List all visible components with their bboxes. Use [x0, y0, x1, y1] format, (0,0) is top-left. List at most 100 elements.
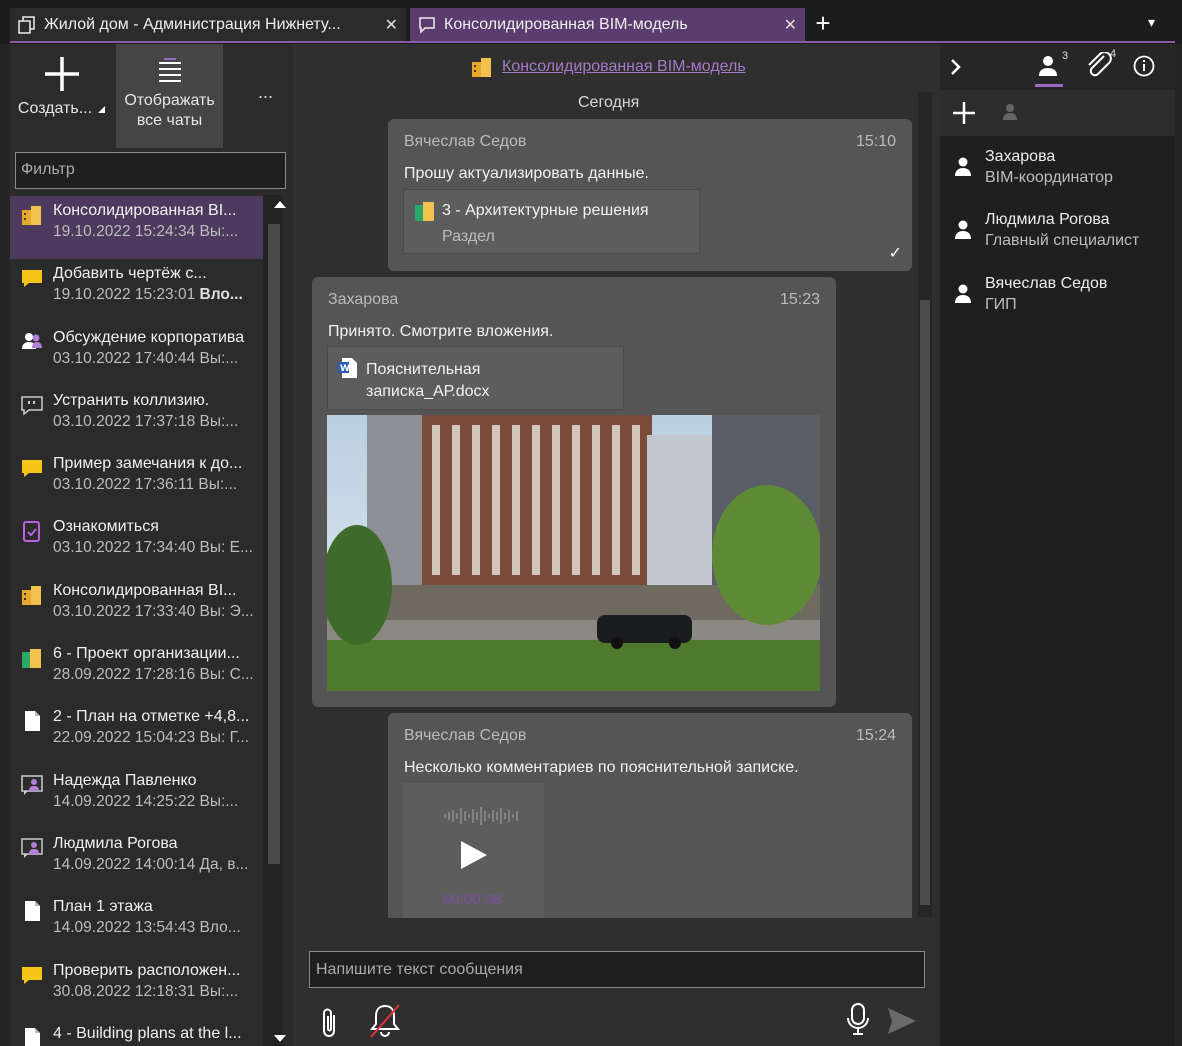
- member-disabled-icon: [1003, 104, 1017, 120]
- building-render-image[interactable]: [327, 415, 820, 691]
- message-author: Вячеслав Седов: [404, 133, 527, 150]
- member-item[interactable]: Людмила Рогова Главный специалист: [985, 211, 1139, 250]
- scroll-down-arrow-icon[interactable]: [274, 1035, 286, 1042]
- attachments-icon[interactable]: [1086, 52, 1112, 78]
- filter-input[interactable]: Фильтр: [15, 152, 286, 189]
- tab-residential-house[interactable]: Жилой дом - Администрация Нижнету... ✕: [10, 8, 406, 42]
- waveform-icon: [444, 807, 518, 825]
- info-icon[interactable]: [1133, 55, 1155, 77]
- message-bubble: Вячеслав Седов 15:10 Прошу актуализирова…: [388, 119, 912, 271]
- member-item[interactable]: Захарова BIM-координатор: [985, 148, 1113, 187]
- group-icon: [22, 332, 42, 349]
- note-icon: [22, 460, 42, 478]
- tab-menu-button[interactable]: ▾: [1148, 14, 1155, 31]
- conversation-title-link[interactable]: Консолидированная BIM-модель: [470, 56, 746, 78]
- chat-list-item[interactable]: Добавить чертёж с... 19.10.2022 15:23:01…: [10, 259, 268, 322]
- document-icon: [25, 1027, 40, 1046]
- attachment-title: 3 - Архитектурные решения: [442, 202, 649, 219]
- attachment-card[interactable]: 3 - Архитектурные решения Раздел: [403, 189, 700, 254]
- chat-list-panel: Создать... Отображать все чаты ... Фильт…: [10, 44, 293, 1046]
- chat-list-item[interactable]: Консолидированная BI... 03.10.2022 17:33…: [10, 576, 268, 639]
- chat-list-scroll-thumb[interactable]: [268, 224, 280, 864]
- tab-label: Жилой дом - Администрация Нижнету...: [44, 16, 341, 33]
- document-icon: [25, 711, 40, 732]
- note-icon: [22, 270, 42, 288]
- task-icon: [23, 521, 40, 543]
- show-all-chats-button[interactable]: Отображать все чаты: [116, 44, 223, 148]
- person-icon: [955, 284, 971, 303]
- file-attachment[interactable]: W Пояснительная записка_АР.docx: [327, 346, 624, 410]
- chat-list-item[interactable]: Надежда Павленко 14.09.2022 14:25:22 Вы:…: [10, 766, 268, 829]
- attachment-type: Раздел: [442, 228, 495, 245]
- message-input[interactable]: Напишите текст сообщения: [309, 951, 925, 988]
- chat-list-item[interactable]: Обсуждение корпоратива 03.10.2022 17:40:…: [10, 323, 268, 386]
- chat-title: 2 - План на отметке +4,8...: [53, 708, 250, 726]
- chat-list-item[interactable]: Устранить коллизию. 03.10.2022 17:37:18 …: [10, 386, 268, 449]
- comment-icon: [21, 396, 43, 416]
- document-icon: [25, 901, 40, 922]
- chat-list-item[interactable]: 2 - План на отметке +4,8... 22.09.2022 1…: [10, 702, 268, 765]
- chat-list-item[interactable]: 6 - Проект организации... 28.09.2022 17:…: [10, 639, 268, 702]
- active-tab-indicator: [1035, 84, 1063, 87]
- message-text: Несколько комментариев по пояснительной …: [404, 759, 799, 776]
- chat-subtitle: 19.10.2022 15:24:34 Вы:...: [53, 223, 239, 240]
- paperclip-icon[interactable]: [320, 1007, 340, 1039]
- chat-list: Консолидированная BI... 19.10.2022 15:24…: [10, 196, 268, 1046]
- conversation-scroll-thumb[interactable]: [920, 300, 930, 905]
- section-icon: [22, 649, 41, 669]
- scroll-up-arrow-icon[interactable]: [274, 201, 286, 208]
- tab-label: Консолидированная BIM-модель: [444, 16, 688, 33]
- chat-title: Ознакомиться: [53, 518, 159, 536]
- word-document-icon: W: [338, 358, 357, 378]
- chat-title: Добавить чертёж с...: [53, 265, 207, 283]
- chat-title: Устранить коллизию.: [53, 391, 210, 409]
- day-separator: Сегодня: [578, 94, 640, 111]
- close-icon[interactable]: ✕: [784, 15, 797, 35]
- chevron-right-icon[interactable]: [950, 58, 962, 76]
- chat-subtitle: 14.09.2022 14:25:22 Вы:...: [53, 792, 239, 810]
- voice-message[interactable]: 00:00:08: [403, 783, 544, 918]
- read-check-icon: ✓: [888, 245, 902, 262]
- chat-title: Людмила Рогова: [53, 834, 178, 852]
- audio-duration: 00:00:08: [443, 891, 502, 908]
- file-name-line1: Пояснительная: [366, 361, 481, 378]
- message-time: 15:23: [779, 291, 820, 308]
- members-icon[interactable]: [1038, 55, 1058, 77]
- person-icon: [955, 157, 971, 176]
- mute-notifications-icon[interactable]: [368, 1001, 402, 1039]
- chat-list-item[interactable]: 4 - Building plans at the l...: [10, 1019, 268, 1046]
- add-tab-button[interactable]: +: [808, 8, 838, 40]
- member-role: BIM-координатор: [985, 169, 1113, 186]
- chat-title: 6 - Проект организации...: [53, 645, 240, 663]
- plus-icon: [45, 57, 79, 91]
- chat-subtitle: 14.09.2022 14:00:14 Да, в...: [53, 855, 249, 873]
- tab-bim-model[interactable]: Консолидированная BIM-модель ✕: [410, 8, 805, 42]
- conversation-title[interactable]: Консолидированная BIM-модель: [502, 58, 746, 76]
- play-icon[interactable]: [459, 840, 489, 870]
- file-name-line2: записка_АР.docx: [366, 383, 490, 400]
- member-item[interactable]: Вячеслав Седов ГИП: [985, 275, 1107, 314]
- member-role: Главный специалист: [985, 232, 1140, 249]
- members-count: 3: [1062, 50, 1069, 62]
- chat-bubble-icon: [418, 16, 436, 34]
- chat-list-item[interactable]: План 1 этажа 14.09.2022 13:54:43 Вло...: [10, 892, 268, 955]
- chat-list-item[interactable]: Ознакомиться 03.10.2022 17:34:40 Вы: Е..…: [10, 512, 268, 575]
- chat-list-item[interactable]: Людмила Рогова 14.09.2022 14:00:14 Да, в…: [10, 829, 268, 892]
- create-button[interactable]: Создать...: [10, 44, 114, 148]
- list-icon: [158, 58, 181, 82]
- message-text: Принято. Смотрите вложения.: [328, 323, 554, 340]
- person-chat-icon: [21, 838, 43, 858]
- show-all-line2: все чаты: [136, 112, 203, 129]
- chat-subtitle: 14.09.2022 13:54:43 Вло...: [53, 919, 241, 937]
- chat-subtitle: 03.10.2022 17:37:18 Вы:...: [53, 412, 239, 430]
- message-author: Захарова: [328, 291, 399, 308]
- more-button[interactable]: ...: [258, 82, 273, 103]
- chat-list-item[interactable]: Проверить расположен... 30.08.2022 12:18…: [10, 956, 268, 1019]
- add-member-icon[interactable]: [952, 101, 976, 125]
- chat-list-item[interactable]: Консолидированная BI... 19.10.2022 15:24…: [10, 196, 268, 260]
- send-icon[interactable]: [887, 1007, 917, 1035]
- close-icon[interactable]: ✕: [385, 15, 398, 35]
- microphone-icon[interactable]: [846, 1002, 870, 1038]
- chat-subtitle: 22.09.2022 15:04:23 Вы: Г...: [53, 729, 250, 747]
- chat-list-item[interactable]: Пример замечания к до... 03.10.2022 17:3…: [10, 449, 268, 512]
